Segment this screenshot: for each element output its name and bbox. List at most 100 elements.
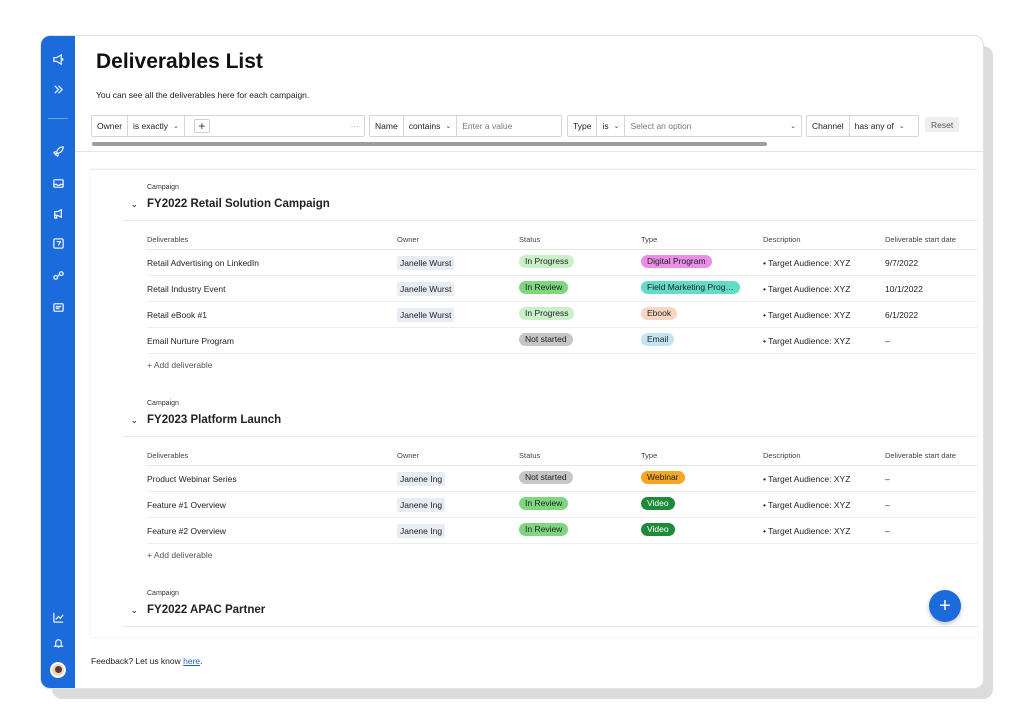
campaign-label: Campaign	[147, 400, 179, 407]
column-header[interactable]: Deliverables	[147, 451, 188, 460]
type-pill: Field Marketing Prog…	[641, 281, 740, 294]
name-text[interactable]: Retail Advertising on LinkedIn	[147, 258, 259, 268]
campaign-title[interactable]: ⌄ FY2022 Retail Solution Campaign	[131, 198, 330, 210]
name-text[interactable]: Email Nurture Program	[147, 336, 234, 346]
column-header[interactable]: Owner	[397, 451, 419, 460]
avatar[interactable]	[50, 662, 66, 678]
owner-operator-select[interactable]: is exactly ⌄	[128, 116, 185, 136]
campaign-icon[interactable]	[41, 204, 75, 222]
bell-icon[interactable]	[41, 633, 75, 651]
table-row[interactable]: Retail eBook #1 Janelle Wurst In Progress E…	[147, 302, 977, 328]
name-operator-select[interactable]: contains ⌄	[404, 116, 458, 136]
start-cell: 9/7/2022	[885, 258, 918, 268]
expand-icon[interactable]	[41, 80, 75, 98]
chevron-down-icon[interactable]: ⌄	[131, 416, 147, 425]
description-cell: • Target Audience: XYZ	[763, 336, 850, 346]
board-icon[interactable]	[41, 298, 75, 316]
name-cell: Feature #1 Overview	[147, 500, 226, 510]
chevron-down-icon: ⌄	[613, 123, 620, 130]
table-row[interactable]: Product Webinar Series Janene Ing Not star…	[147, 466, 977, 492]
channel-operator-select[interactable]: has any of ⌄	[850, 116, 910, 136]
status-cell: In Review	[519, 523, 569, 538]
type-pill: Digital Program	[641, 255, 712, 268]
chevron-down-icon[interactable]: ⌄	[131, 200, 147, 209]
start-cell: –	[885, 336, 890, 346]
owner-chip: Janelle Wurst	[397, 255, 455, 270]
owner-cell: Janene Ing	[397, 497, 446, 512]
start-text: –	[885, 525, 890, 536]
description-cell: • Target Audience: XYZ	[763, 310, 850, 320]
name-filter: Name contains ⌄ Enter a value	[369, 115, 562, 137]
page-title: Deliverables List	[96, 50, 263, 73]
chevron-down-icon: ⌄	[445, 123, 452, 130]
calendar-icon[interactable]	[41, 234, 75, 252]
add-fab-button[interactable]: +	[929, 590, 961, 622]
column-header[interactable]: Description	[763, 235, 801, 244]
name-cell: Retail Industry Event	[147, 284, 225, 294]
table-row[interactable]: Feature #2 Overview Janene Ing In Review Vi…	[147, 518, 977, 544]
name-text[interactable]: Feature #1 Overview	[147, 500, 226, 510]
chevron-down-icon[interactable]: ⌄	[131, 606, 147, 615]
type-value-select[interactable]: Select an option ⌄	[625, 116, 801, 136]
description-cell: • Target Audience: XYZ	[763, 526, 850, 536]
inbox-icon[interactable]	[41, 174, 75, 192]
column-header[interactable]: Type	[641, 235, 657, 244]
rocket-icon[interactable]	[41, 142, 75, 160]
owner-chip: Janelle Wurst	[397, 307, 455, 322]
filter-scrollbar[interactable]	[92, 142, 767, 146]
column-header[interactable]: Description	[763, 451, 801, 460]
page-subtitle: You can see all the deliverables here fo…	[96, 90, 310, 100]
type-pill: Video	[641, 523, 675, 536]
campaign-title[interactable]: ⌄ FY2023 Platform Launch	[131, 414, 281, 426]
type-cell: Video	[641, 523, 675, 538]
owner-value-field[interactable]: + ···	[185, 116, 364, 136]
campaign-title[interactable]: ⌄ FY2022 APAC Partner	[131, 604, 265, 616]
campaign-divider	[123, 220, 977, 221]
channel-filter-label: Channel	[807, 116, 850, 136]
start-text: –	[885, 499, 890, 510]
feedback-link[interactable]: here	[183, 656, 200, 666]
type-operator-select[interactable]: is ⌄	[597, 116, 626, 136]
table-row[interactable]: Feature #1 Overview Janene Ing In Review Vi…	[147, 492, 977, 518]
owner-chip: Janelle Wurst	[397, 281, 455, 296]
add-owner-button[interactable]: +	[193, 119, 210, 133]
column-header[interactable]: Status	[519, 451, 540, 460]
type-cell: Video	[641, 497, 675, 512]
name-text[interactable]: Retail eBook #1	[147, 310, 207, 320]
owner-cell: Janene Ing	[397, 471, 446, 486]
analytics-icon[interactable]	[41, 608, 75, 626]
name-text[interactable]: Product Webinar Series	[147, 474, 237, 484]
column-header[interactable]: Deliverable start date	[885, 451, 956, 460]
type-pill: Ebook	[641, 307, 678, 320]
table-row[interactable]: Email Nurture Program Not started Email • T…	[147, 328, 977, 354]
add-deliverable-button[interactable]: + Add deliverable	[147, 550, 212, 560]
integrations-icon[interactable]	[41, 266, 75, 284]
column-header[interactable]: Deliverables	[147, 235, 188, 244]
description-text: • Target Audience: XYZ	[763, 473, 851, 484]
name-text[interactable]: Retail Industry Event	[147, 284, 225, 294]
add-deliverable-button[interactable]: + Add deliverable	[147, 360, 212, 370]
name-value-input[interactable]: Enter a value	[457, 116, 561, 136]
column-header[interactable]: Owner	[397, 235, 419, 244]
chevron-down-icon: ⌄	[173, 123, 179, 130]
owner-cell: Janelle Wurst	[397, 307, 455, 322]
status-pill: In Progress	[519, 255, 575, 268]
more-icon[interactable]: ···	[351, 121, 360, 131]
table-row[interactable]: Retail Industry Event Janelle Wurst In Rev…	[147, 276, 977, 302]
column-header[interactable]: Deliverable start date	[885, 235, 956, 244]
status-cell: In Review	[519, 497, 569, 512]
status-pill: Not started	[519, 471, 573, 484]
owner-chip: Janene Ing	[397, 497, 446, 512]
column-header[interactable]: Status	[519, 235, 540, 244]
megaphone-icon[interactable]	[41, 50, 75, 68]
column-header[interactable]: Type	[641, 451, 657, 460]
reset-button[interactable]: Reset	[925, 117, 960, 132]
name-cell: Retail Advertising on LinkedIn	[147, 258, 259, 268]
type-pill: Video	[641, 497, 675, 510]
chevron-down-icon: ⌄	[790, 123, 796, 130]
table-row[interactable]: Retail Advertising on LinkedIn Janelle Wu…	[147, 250, 977, 276]
start-cell: 6/1/2022	[885, 310, 918, 320]
name-text[interactable]: Feature #2 Overview	[147, 526, 226, 536]
start-text: 9/7/2022	[885, 257, 919, 268]
description-text: • Target Audience: XYZ	[763, 283, 851, 294]
